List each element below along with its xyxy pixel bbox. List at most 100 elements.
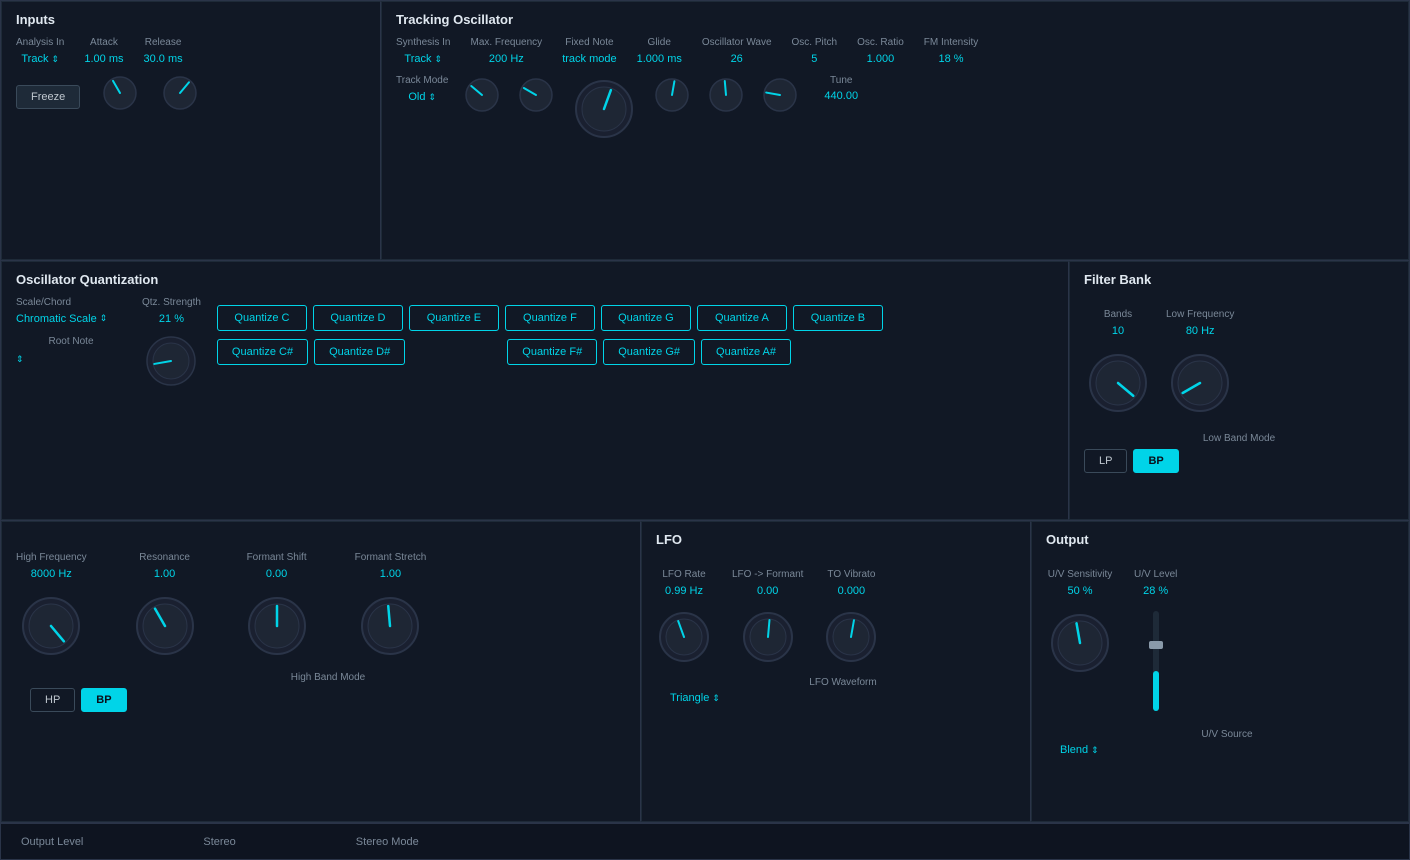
lfo-rate-knob[interactable]: [656, 609, 712, 665]
formant-stretch-label: Formant Stretch: [355, 552, 427, 564]
uv-sensitivity-value: 50 %: [1067, 585, 1092, 597]
qbtn-row2: Quantize C# Quantize D# Quantize F# Quan…: [217, 339, 883, 365]
freeze-button[interactable]: Freeze: [16, 85, 80, 109]
bp-button-filter[interactable]: BP: [1133, 449, 1178, 473]
osc-wave-value: 26: [731, 53, 743, 65]
max-freq-value: 200 Hz: [489, 53, 524, 65]
root-note-dropdown[interactable]: ⇕: [16, 354, 126, 365]
formant-shift-value: 0.00: [266, 568, 287, 580]
quantize-dsharp-button[interactable]: Quantize D#: [314, 339, 405, 365]
uv-level-label: U/V Level: [1134, 569, 1177, 581]
max-freq-knob[interactable]: [462, 75, 502, 115]
quantize-buttons: Quantize C Quantize D Quantize E Quantiz…: [217, 305, 883, 365]
osc-wave-group: Oscillator Wave 26: [702, 37, 772, 65]
fm-intensity-group: FM Intensity 18 %: [924, 37, 978, 65]
track-mode-group: Track Mode Old ⇕: [396, 75, 448, 103]
low-freq-value: 80 Hz: [1186, 325, 1215, 337]
quantize-d-button[interactable]: Quantize D: [313, 305, 403, 331]
lfo-waveform-arrow: ⇕: [712, 693, 720, 704]
bp-button-high[interactable]: BP: [81, 688, 126, 712]
quantize-g-button[interactable]: Quantize G: [601, 305, 691, 331]
scale-chord-label: Scale/Chord: [16, 297, 126, 308]
lfo-formant-label: LFO -> Formant: [732, 569, 803, 581]
osc-pitch-value: 5: [811, 53, 817, 65]
output-level-footer: Output Level: [21, 836, 83, 848]
osc-ratio-label: Osc. Ratio: [857, 37, 904, 49]
fm-intensity-knob[interactable]: [760, 75, 800, 115]
lfo-rate-label: LFO Rate: [662, 569, 705, 581]
analysis-in-dropdown[interactable]: Track ⇕: [21, 53, 59, 65]
osc-ratio-knob[interactable]: [706, 75, 746, 115]
lfo-formant-knob[interactable]: [740, 609, 796, 665]
inputs-title: Inputs: [16, 12, 366, 27]
bands-label: Bands: [1104, 309, 1132, 321]
lfo-waveform-label: LFO Waveform: [670, 677, 1016, 689]
uv-source-dropdown[interactable]: Blend ⇕: [1060, 744, 1394, 756]
osc-quant-title: Oscillator Quantization: [16, 272, 1054, 287]
lfo-waveform-dropdown[interactable]: Triangle ⇕: [670, 692, 1016, 704]
max-freq-group: Max. Frequency 200 Hz: [470, 37, 542, 65]
to-vibrato-value: 0.000: [838, 585, 866, 597]
scale-chord-arrow: ⇕: [100, 313, 108, 325]
lp-button[interactable]: LP: [1084, 449, 1127, 473]
quantize-gsharp-button[interactable]: Quantize G#: [603, 339, 695, 365]
quantize-f-button[interactable]: Quantize F: [505, 305, 595, 331]
osc-ratio-value: 1.000: [867, 53, 895, 65]
to-vibrato-knob[interactable]: [823, 609, 879, 665]
formant-shift-knob[interactable]: [243, 592, 311, 660]
quantize-a-button[interactable]: Quantize A: [697, 305, 787, 331]
release-knob[interactable]: [160, 73, 200, 113]
quantize-csharp-button[interactable]: Quantize C#: [217, 339, 308, 365]
resonance-label: Resonance: [139, 552, 190, 564]
qtz-strength-label: Qtz. Strength: [142, 297, 201, 309]
bands-group: Bands 10: [1084, 309, 1152, 417]
release-value: 30.0 ms: [144, 53, 183, 65]
glide-knob[interactable]: [516, 75, 556, 115]
tune-value: 440.00: [824, 90, 858, 102]
low-freq-knob[interactable]: [1166, 349, 1234, 417]
bands-knob[interactable]: [1084, 349, 1152, 417]
fixed-note-group: Fixed Note track mode: [562, 37, 616, 65]
osc-pitch-knob[interactable]: [652, 75, 692, 115]
formant-shift-label: Formant Shift: [247, 552, 307, 564]
uv-level-slider[interactable]: [1153, 611, 1159, 711]
resonance-knob[interactable]: [131, 592, 199, 660]
qtz-strength-knob[interactable]: [143, 333, 199, 389]
osc-pitch-group: Osc. Pitch 5: [792, 37, 838, 65]
uv-source-arrow: ⇕: [1091, 745, 1099, 756]
formant-stretch-knob[interactable]: [356, 592, 424, 660]
low-freq-group: Low Frequency 80 Hz: [1166, 309, 1234, 417]
max-freq-label: Max. Frequency: [470, 37, 542, 49]
uv-source-label: U/V Source: [1060, 729, 1394, 741]
high-freq-knob[interactable]: [17, 592, 85, 660]
fixed-note-label: Fixed Note: [565, 37, 613, 49]
high-freq-label: High Frequency: [16, 552, 87, 564]
quantize-fsharp-button[interactable]: Quantize F#: [507, 339, 597, 365]
glide-label: Glide: [648, 37, 671, 49]
filter-bank-title: Filter Bank: [1084, 272, 1394, 287]
fm-intensity-value: 18 %: [938, 53, 963, 65]
low-band-mode-buttons: LP BP: [1084, 449, 1394, 473]
quantize-e-button[interactable]: Quantize E: [409, 305, 499, 331]
resonance-value: 1.00: [154, 568, 175, 580]
track-mode-dropdown[interactable]: Old ⇕: [408, 91, 436, 103]
osc-ratio-group: Osc. Ratio 1.000: [857, 37, 904, 65]
osc-wave-knob[interactable]: [570, 75, 638, 143]
synthesis-in-dropdown[interactable]: Track ⇕: [404, 53, 442, 65]
attack-knob[interactable]: [100, 73, 140, 113]
fm-intensity-label: FM Intensity: [924, 37, 978, 49]
quantize-b-button[interactable]: Quantize B: [793, 305, 883, 331]
hp-button[interactable]: HP: [30, 688, 75, 712]
uv-sensitivity-knob[interactable]: [1046, 609, 1114, 677]
to-vibrato-label: TO Vibrato: [827, 569, 875, 581]
osc-wave-label: Oscillator Wave: [702, 37, 772, 49]
release-group: Release 30.0 ms: [144, 37, 183, 65]
osc-pitch-label: Osc. Pitch: [792, 37, 838, 49]
release-label: Release: [145, 37, 182, 49]
scale-chord-dropdown[interactable]: Chromatic Scale ⇕: [16, 312, 126, 326]
qtz-strength-value: 21 %: [159, 313, 184, 325]
quantize-c-button[interactable]: Quantize C: [217, 305, 307, 331]
low-band-mode-section: Low Band Mode LP BP: [1084, 433, 1394, 473]
attack-group: Attack 1.00 ms: [84, 37, 123, 65]
quantize-asharp-button[interactable]: Quantize A#: [701, 339, 791, 365]
